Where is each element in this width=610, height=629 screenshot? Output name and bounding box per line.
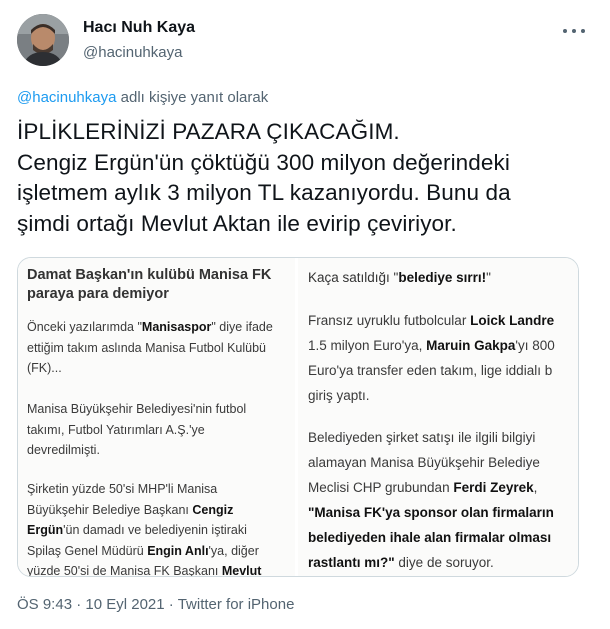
more-options-icon[interactable]	[559, 20, 589, 42]
reply-mention-link[interactable]: @hacinuhkaya	[17, 89, 116, 106]
article-subheading: Kaça satıldığı "belediye sırrı!"	[308, 270, 491, 285]
reply-context: @hacinuhkaya adlı kişiye yanıt olarak	[17, 89, 268, 106]
tweet-line: şimdi ortağı Mevlut Aktan ile evirip çev…	[17, 210, 457, 236]
text-run: 'yı 800	[515, 338, 555, 353]
article-headline: Damat Başkan'ın kulübü Manisa FK paraya …	[27, 266, 289, 304]
text-run: 'ün damadı ve belediyenin iştiraki	[63, 523, 247, 537]
text-run: 'ya, diğer	[208, 543, 259, 558]
text-run: Önceki yazılarımda "	[27, 320, 142, 334]
author-display-name[interactable]: Hacı Nuh Kaya	[83, 19, 195, 37]
text-line: Euro'ya transfer eden takım, lige iddial…	[308, 363, 553, 378]
tweet-line: İPLİKLERİNİZİ PAZARA ÇIKACAĞIM.	[17, 119, 400, 144]
reply-context-text: adlı kişiye yanıt olarak	[116, 89, 269, 106]
text-run: Büyükşehir Belediye Başkanı	[27, 502, 193, 517]
article-paragraph: Fransız uyruklu futbolcular Loick Landre…	[308, 308, 555, 408]
text-line: Manisa Büyükşehir Belediyesi'nin futbol	[27, 402, 247, 416]
author-handle[interactable]: @hacinuhkaya	[83, 44, 182, 61]
media-image-right[interactable]: Kaça satıldığı "belediye sırrı!" Fransız…	[298, 258, 578, 576]
text-run-bold: Engin Anlı	[147, 543, 209, 558]
text-run-bold: Cengiz	[192, 502, 234, 517]
text-run-bold: belediye sırrı!	[398, 270, 487, 285]
text-line-bold: belediyeden ihale alan firmalar olması	[308, 530, 552, 545]
tweet-meta: ÖS 9:43 · 10 Eyl 2021 · Twitter for iPho…	[17, 596, 294, 613]
article-paragraph: Manisa Büyükşehir Belediyesi'nin futbol …	[27, 399, 246, 461]
text-line: Şirketin yüzde 50'si MHP'li Manisa	[27, 482, 218, 496]
avatar-photo	[17, 14, 69, 66]
tweet-line: Cengiz Ergün'ün çöktüğü 300 milyon değer…	[17, 149, 510, 175]
text-line: takımı, Futbol Yatırımları A.Ş.'ye	[27, 422, 205, 437]
headline-line: Damat Başkan'ın kulübü Manisa FK	[27, 267, 272, 283]
text-line: giriş yaptı.	[308, 388, 370, 403]
attached-media[interactable]: Damat Başkan'ın kulübü Manisa FK paraya …	[17, 257, 579, 577]
text-run: Fransız uyruklu futbolcular	[308, 313, 471, 328]
article-paragraph: Önceki yazılarımda "Manisaspor" diye ifa…	[27, 317, 273, 379]
text-run: Spilaş Genel Müdürü	[27, 543, 148, 558]
tweet-time[interactable]: ÖS 9:43	[17, 596, 72, 613]
tweet-line: işletmem aylık 3 milyon TL kazanıyordu. …	[17, 180, 511, 205]
headline-line: paraya para demiyor	[27, 286, 169, 302]
meta-separator: ·	[72, 596, 86, 613]
text-run-bold: rastlantı mı?"	[308, 555, 395, 570]
avatar[interactable]	[17, 14, 69, 66]
article-paragraph: Şirketin yüzde 50'si MHP'li Manisa Büyük…	[27, 479, 261, 576]
text-line: Belediyeden şirket satışı ile ilgili bil…	[308, 430, 536, 445]
text-run: Kaça satıldığı "	[308, 270, 399, 285]
text-run-bold: Manisaspor	[141, 320, 212, 334]
text-line: alamayan Manisa Büyükşehir Belediye	[308, 455, 540, 470]
meta-separator: ·	[164, 596, 178, 613]
media-image-left[interactable]: Damat Başkan'ın kulübü Manisa FK paraya …	[18, 258, 298, 576]
text-run: "	[486, 270, 491, 285]
tweet-date[interactable]: 10 Eyl 2021	[85, 596, 164, 613]
text-run: Meclisi CHP grubundan	[308, 480, 454, 495]
text-line: devredilmişti.	[27, 443, 100, 457]
text-run-bold: Ferdi Zeyrek	[453, 480, 534, 495]
text-line: (FK)...	[27, 361, 62, 375]
tweet-text: İPLİKLERİNİZİ PAZARA ÇIKACAĞIM. Cengiz E…	[17, 117, 597, 239]
text-line-bold: "Manisa FK'ya sponsor olan firmaların	[308, 505, 554, 520]
text-run-bold: Maruin Gakpa	[426, 338, 516, 353]
text-run: 1.5 milyon Euro'ya,	[308, 338, 427, 353]
text-run: ,	[533, 480, 538, 495]
tweet-source[interactable]: Twitter for iPhone	[178, 596, 295, 613]
text-run-bold: Ergün	[27, 523, 64, 537]
text-run: diye de soruyor.	[394, 555, 494, 570]
text-run: yüzde 50'si de Manisa FK Başkanı	[27, 564, 222, 576]
text-run-bold: Loick Landre	[470, 313, 555, 328]
text-run: " diye ifade	[211, 320, 273, 334]
text-run-bold: Mevlut	[221, 564, 262, 576]
text-line: ettiğim takım aslında Manisa Futbol Kulü…	[27, 340, 267, 355]
article-paragraph: Belediyeden şirket satışı ile ilgili bil…	[308, 425, 554, 575]
